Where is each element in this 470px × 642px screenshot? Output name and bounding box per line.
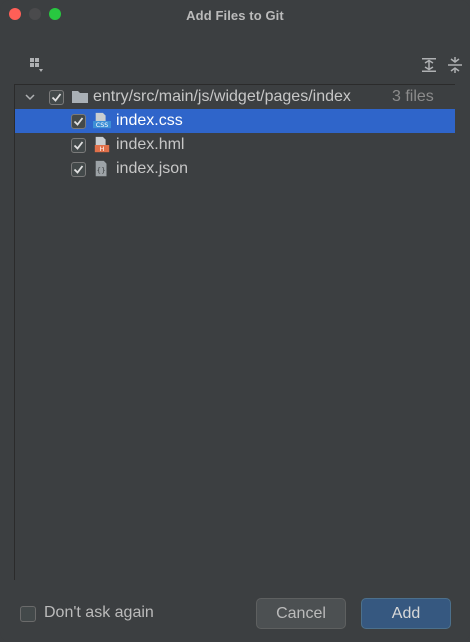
checkmark-icon xyxy=(51,92,62,102)
changes-tree[interactable]: entry/src/main/js/widget/pages/index 3 f… xyxy=(14,84,455,580)
css-file-icon: CSS xyxy=(93,112,111,129)
collapse-all-button[interactable] xyxy=(444,52,466,78)
tree-toolbar xyxy=(14,52,462,78)
zoom-window-button[interactable] xyxy=(49,8,61,20)
add-files-dialog: Add Files to Git entry/src/main/js/widge… xyxy=(0,0,470,642)
svg-text:{}: {} xyxy=(97,166,106,175)
svg-text:H: H xyxy=(100,146,105,153)
title-bar: Add Files to Git xyxy=(0,0,470,30)
checkmark-icon xyxy=(73,116,84,126)
svg-text:CSS: CSS xyxy=(96,122,108,129)
dialog-footer: Don't ask again Cancel Add xyxy=(0,590,470,642)
file-name: index.hml xyxy=(116,136,185,153)
group-by-icon xyxy=(30,58,43,72)
checkmark-icon xyxy=(73,140,84,150)
expand-all-icon xyxy=(422,58,436,72)
folder-row[interactable]: entry/src/main/js/widget/pages/index 3 f… xyxy=(15,85,455,109)
minimize-window-button[interactable] xyxy=(29,8,41,20)
expand-all-button[interactable] xyxy=(418,52,440,78)
file-checkbox[interactable] xyxy=(71,113,86,129)
file-count: 3 files xyxy=(392,88,434,105)
file-name: index.json xyxy=(116,160,189,177)
file-name: index.css xyxy=(116,112,183,129)
add-button[interactable]: Add xyxy=(361,598,451,629)
file-row-index-css[interactable]: CSS index.css xyxy=(15,109,455,133)
file-checkbox[interactable] xyxy=(71,161,86,177)
cancel-button[interactable]: Cancel xyxy=(256,598,346,629)
close-window-button[interactable] xyxy=(9,8,21,20)
checkmark-icon xyxy=(73,164,84,174)
file-row-index-json[interactable]: {} index.json xyxy=(15,157,455,181)
dont-ask-label[interactable]: Don't ask again xyxy=(44,604,154,622)
folder-checkbox[interactable] xyxy=(49,89,64,105)
dont-ask-checkbox[interactable] xyxy=(20,606,36,622)
group-by-button[interactable] xyxy=(24,52,50,78)
collapse-all-icon xyxy=(448,57,462,73)
hml-file-icon: H xyxy=(94,136,110,153)
file-checkbox[interactable] xyxy=(71,137,86,153)
dialog-title: Add Files to Git xyxy=(186,7,284,23)
folder-icon xyxy=(72,91,88,103)
json-file-icon: {} xyxy=(95,160,107,177)
file-row-index-hml[interactable]: H index.hml xyxy=(15,133,455,157)
folder-path: entry/src/main/js/widget/pages/index xyxy=(93,88,351,105)
chevron-down-icon[interactable] xyxy=(23,90,37,104)
